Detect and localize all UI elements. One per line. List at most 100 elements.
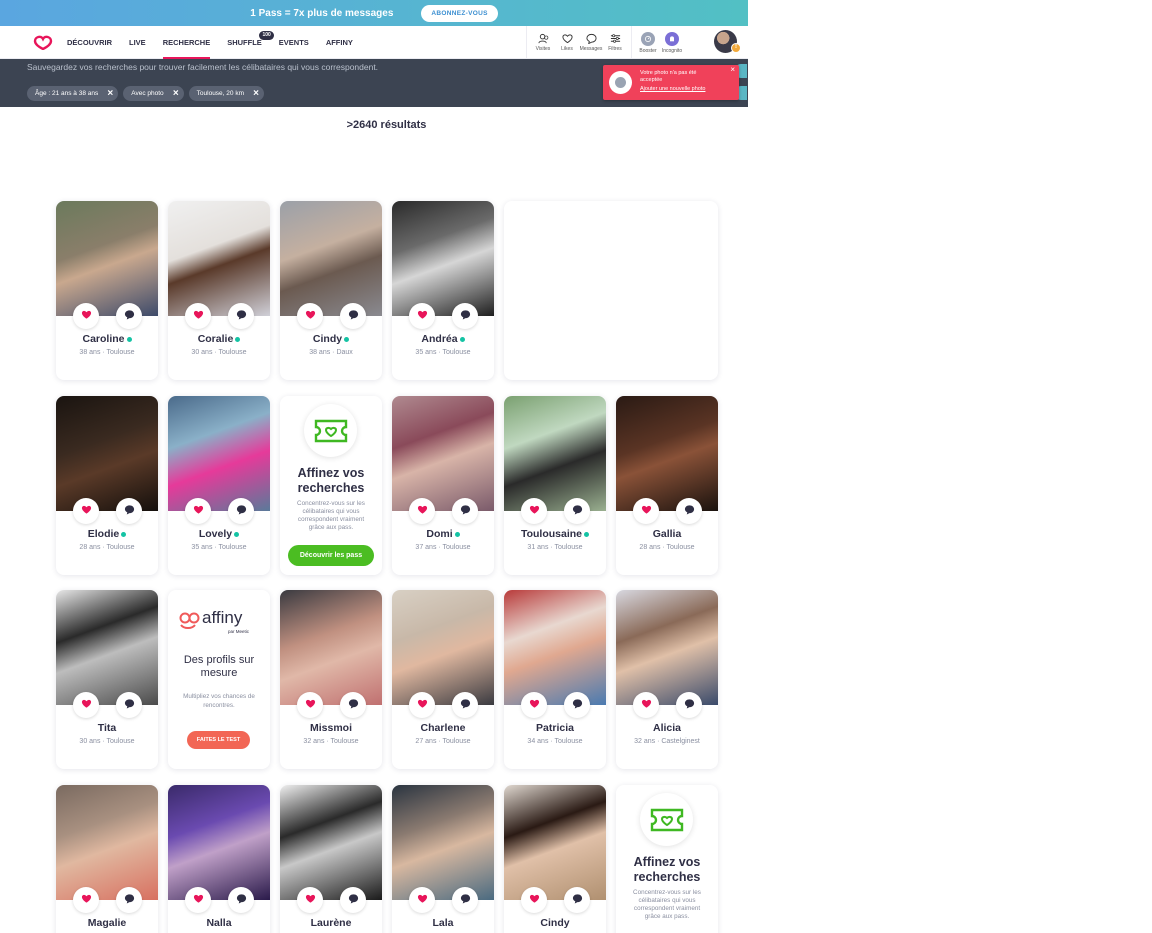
close-icon[interactable]: × [107, 86, 113, 101]
profile-photo[interactable] [392, 396, 494, 511]
profile-photo[interactable] [616, 396, 718, 511]
profile-card[interactable]: Gallia 28 ans · Toulouse [616, 396, 718, 575]
profile-card[interactable]: Tita 30 ans · Toulouse [56, 590, 158, 769]
profile-photo[interactable] [280, 590, 382, 705]
like-button[interactable] [409, 303, 435, 329]
subscribe-button[interactable]: ABONNEZ-VOUS [421, 4, 498, 22]
like-button[interactable] [297, 887, 323, 913]
message-button[interactable] [564, 692, 590, 718]
nav-booster[interactable]: Booster [636, 26, 660, 59]
like-button[interactable] [409, 498, 435, 524]
profile-photo[interactable] [392, 590, 494, 705]
profile-photo[interactable] [280, 785, 382, 900]
profile-photo[interactable] [504, 785, 606, 900]
like-button[interactable] [73, 887, 99, 913]
message-button[interactable] [452, 303, 478, 329]
like-button[interactable] [409, 887, 435, 913]
profile-card[interactable]: Caroline 38 ans · Toulouse [56, 201, 158, 380]
profile-photo[interactable] [56, 590, 158, 705]
nav-shuffle[interactable]: SHUFFLE 100 [227, 26, 274, 59]
profile-card[interactable]: Nalla [168, 785, 270, 933]
take-test-button[interactable]: FAITES LE TEST [187, 731, 250, 749]
profile-card[interactable]: Andréa 35 ans · Toulouse [392, 201, 494, 380]
message-button[interactable] [564, 887, 590, 913]
message-button[interactable] [116, 692, 142, 718]
nav-live[interactable]: LIVE [129, 26, 146, 59]
profile-photo[interactable] [392, 785, 494, 900]
like-button[interactable] [297, 692, 323, 718]
like-button[interactable] [73, 692, 99, 718]
profile-card[interactable]: Toulousaine 31 ans · Toulouse [504, 396, 606, 575]
nav-recherche[interactable]: RECHERCHE [162, 26, 210, 59]
profile-card[interactable]: Magalie [56, 785, 158, 933]
message-button[interactable] [452, 692, 478, 718]
like-button[interactable] [73, 303, 99, 329]
close-icon[interactable]: × [730, 65, 735, 74]
like-button[interactable] [73, 498, 99, 524]
like-button[interactable] [185, 498, 211, 524]
profile-card[interactable]: Laurène [280, 785, 382, 933]
toast-add-photo-link[interactable]: Ajouter une nouvelle photo [640, 86, 705, 92]
message-button[interactable] [228, 498, 254, 524]
profile-photo[interactable] [168, 201, 270, 316]
like-button[interactable] [409, 692, 435, 718]
nav-visites[interactable]: Visites [531, 26, 555, 59]
profile-card[interactable]: Lala [392, 785, 494, 933]
message-button[interactable] [452, 498, 478, 524]
message-button[interactable] [228, 303, 254, 329]
message-button[interactable] [116, 498, 142, 524]
message-button[interactable] [116, 303, 142, 329]
profile-card[interactable]: Cindy 38 ans · Daux [280, 201, 382, 380]
filter-chip-photo[interactable]: Avec photo × [123, 86, 184, 101]
message-button[interactable] [676, 498, 702, 524]
profile-card[interactable]: Missmoi 32 ans · Toulouse [280, 590, 382, 769]
nav-decouvrir[interactable]: DÉCOUVRIR [67, 26, 112, 59]
nav-messages[interactable]: Messages [579, 26, 603, 59]
filter-chip-location[interactable]: Toulouse, 20 km × [188, 86, 264, 101]
like-button[interactable] [633, 692, 659, 718]
profile-photo[interactable] [56, 201, 158, 316]
message-button[interactable] [340, 303, 366, 329]
profile-card[interactable]: Charlene 27 ans · Toulouse [392, 590, 494, 769]
like-button[interactable] [185, 887, 211, 913]
profile-photo[interactable] [168, 396, 270, 511]
profile-photo[interactable] [616, 590, 718, 705]
profile-card[interactable]: Elodie 28 ans · Toulouse [56, 396, 158, 575]
profile-card[interactable]: Domi 37 ans · Toulouse [392, 396, 494, 575]
message-button[interactable] [228, 887, 254, 913]
profile-photo[interactable] [280, 201, 382, 316]
close-icon[interactable]: × [173, 86, 179, 101]
profile-card[interactable]: Lovely 35 ans · Toulouse [168, 396, 270, 575]
message-button[interactable] [564, 498, 590, 524]
message-button[interactable] [676, 692, 702, 718]
like-button[interactable] [633, 498, 659, 524]
like-button[interactable] [521, 498, 547, 524]
profile-photo[interactable] [56, 396, 158, 511]
message-button[interactable] [116, 887, 142, 913]
nav-events[interactable]: EVENTS [279, 26, 309, 59]
profile-photo[interactable] [168, 785, 270, 900]
profile-photo[interactable] [504, 590, 606, 705]
nav-incognito[interactable]: Incognito [660, 26, 684, 59]
profile-card[interactable]: Coralie 30 ans · Toulouse [168, 201, 270, 380]
like-button[interactable] [297, 303, 323, 329]
message-button[interactable] [452, 887, 478, 913]
profile-card[interactable]: Patricia 34 ans · Toulouse [504, 590, 606, 769]
profile-photo[interactable] [392, 201, 494, 316]
like-button[interactable] [185, 303, 211, 329]
filter-chip-age[interactable]: Âge : 21 ans à 38 ans × [27, 86, 119, 101]
nav-affiny[interactable]: AFFINY [326, 26, 353, 59]
like-button[interactable] [521, 692, 547, 718]
close-icon[interactable]: × [253, 86, 259, 101]
like-button[interactable] [521, 887, 547, 913]
message-button[interactable] [340, 887, 366, 913]
profile-card[interactable]: Cindy [504, 785, 606, 933]
nav-likes[interactable]: Likes [555, 26, 579, 59]
message-button[interactable] [340, 692, 366, 718]
meetic-logo-icon[interactable] [32, 32, 54, 50]
profile-photo[interactable] [56, 785, 158, 900]
discover-pass-button[interactable]: Découvrir les pass [288, 545, 374, 566]
profile-photo[interactable] [504, 396, 606, 511]
nav-filtres[interactable]: Filtres [603, 26, 627, 59]
profile-card[interactable]: Alicia 32 ans · Castelginest [616, 590, 718, 769]
